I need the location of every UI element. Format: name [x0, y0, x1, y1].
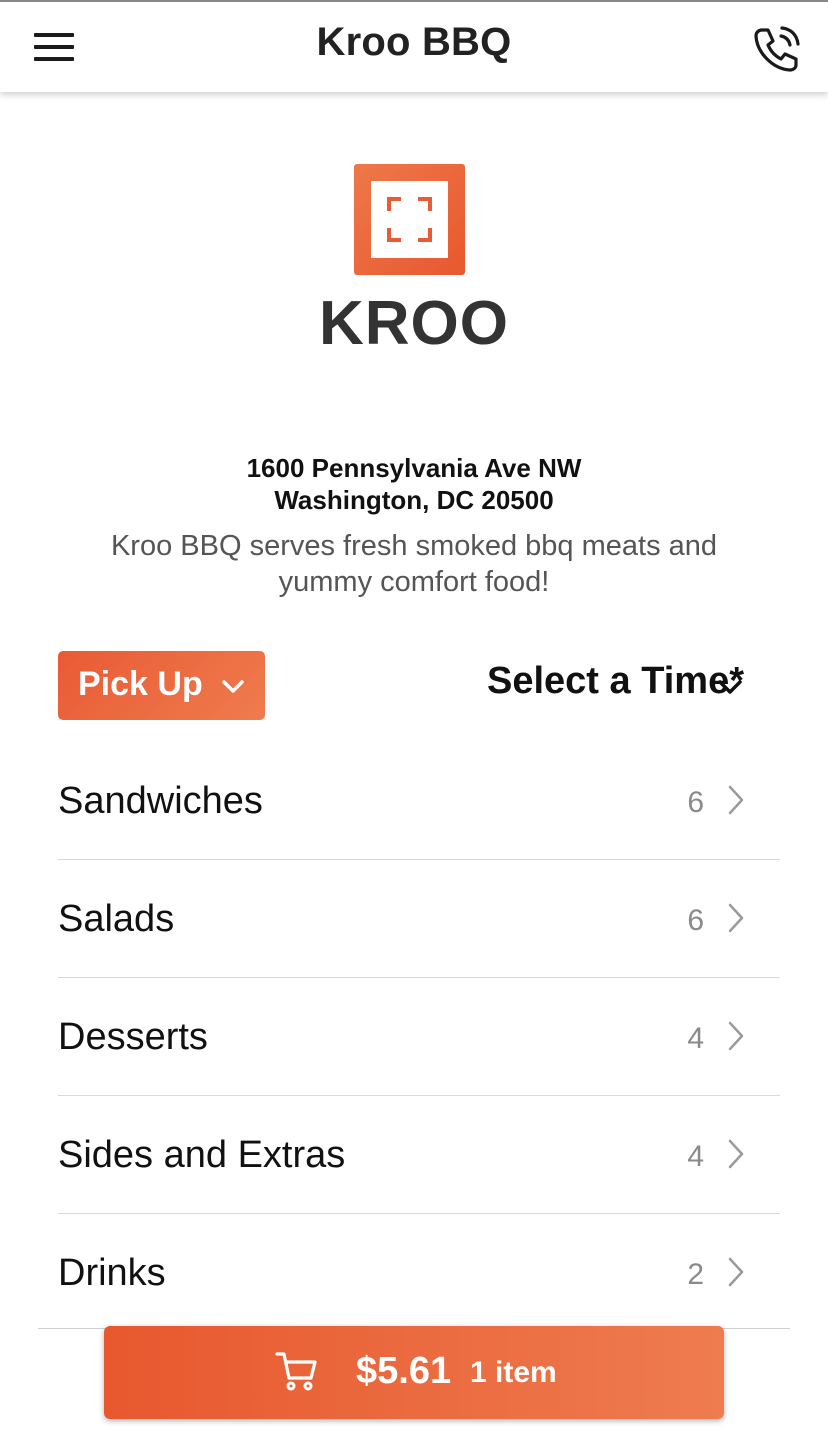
category-name: Sides and Extras: [58, 1134, 346, 1176]
cart-total: $5.61: [356, 1350, 452, 1392]
view-cart-button[interactable]: $5.61 1 item: [104, 1326, 724, 1419]
category-count: 2: [687, 1258, 704, 1291]
chevron-right-icon: [728, 1139, 744, 1169]
brand-logo: [354, 164, 465, 275]
logo-frame-icon: [387, 197, 432, 242]
chevron-right-icon: [728, 1021, 744, 1051]
chevron-right-icon: [728, 785, 744, 815]
category-count: 4: [687, 1022, 704, 1055]
category-row-sides-and-extras[interactable]: Sides and Extras 4: [58, 1096, 780, 1214]
category-row-desserts[interactable]: Desserts 4: [58, 978, 780, 1096]
order-type-label: Pick Up: [78, 665, 203, 703]
address-line-2: Washington, DC 20500: [274, 485, 554, 515]
chevron-right-icon: [728, 1257, 744, 1287]
menu-category-list: Sandwiches 6 Salads 6 Desserts 4 Sides a…: [58, 742, 780, 1331]
time-select-dropdown[interactable]: Select a Time*: [487, 660, 744, 703]
category-row-drinks[interactable]: Drinks 2: [58, 1214, 780, 1331]
brand-logo-text: KROO: [319, 289, 509, 358]
restaurant-address: 1600 Pennsylvania Ave NW Washington, DC …: [0, 452, 828, 516]
category-name: Drinks: [58, 1252, 166, 1294]
category-name: Salads: [58, 898, 175, 940]
restaurant-description: Kroo BBQ serves fresh smoked bbq meats a…: [110, 530, 718, 598]
category-row-sandwiches[interactable]: Sandwiches 6: [58, 742, 780, 860]
phone-call-icon: [754, 26, 800, 72]
chevron-down-icon: [222, 680, 244, 693]
app-title: Kroo BBQ: [316, 20, 512, 64]
category-row-salads[interactable]: Salads 6: [58, 860, 780, 978]
app-bar: Kroo BBQ: [0, 2, 828, 92]
call-button[interactable]: [748, 22, 804, 78]
category-name: Sandwiches: [58, 780, 263, 822]
cart-item-count: 1 item: [470, 1356, 557, 1389]
category-count: 4: [687, 1140, 704, 1173]
shopping-cart-icon: [275, 1352, 317, 1391]
order-type-dropdown[interactable]: Pick Up: [58, 651, 265, 720]
chevron-down-icon[interactable]: [717, 676, 743, 698]
chevron-right-icon: [728, 903, 744, 933]
category-count: 6: [687, 786, 704, 819]
address-line-1: 1600 Pennsylvania Ave NW: [246, 453, 582, 483]
category-count: 6: [687, 904, 704, 937]
category-name: Desserts: [58, 1016, 208, 1058]
